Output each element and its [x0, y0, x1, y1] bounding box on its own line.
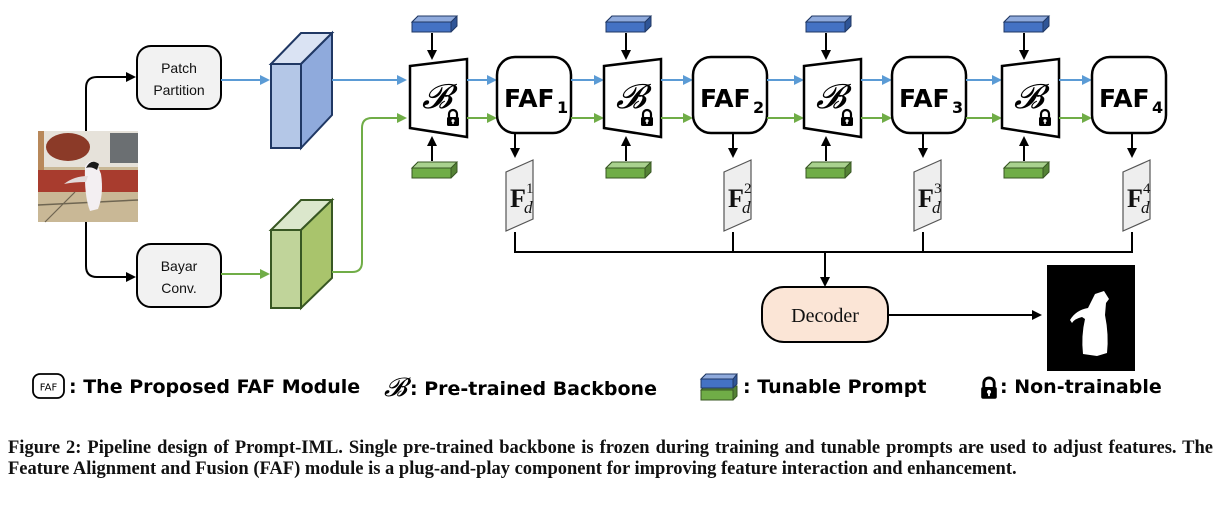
patch-partition-line1: Patch [161, 60, 197, 76]
legend-backbone-item: 𝓑 : Pre-trained Backbone [384, 373, 657, 403]
faf-module-4: FAF 4 [1090, 55, 1168, 135]
legend-backbone-symbol: 𝓑 [384, 373, 412, 403]
feature-superscript: 2 [744, 181, 752, 197]
feature-bus [514, 232, 1133, 287]
patch-partition-line2: Partition [153, 82, 204, 98]
noise-stream-line [332, 113, 407, 273]
legend-backbone-desc: : Pre-trained Backbone [410, 378, 657, 400]
bayar-conv-box: Bayar Conv. [136, 243, 222, 308]
tunable-prompt-blue [604, 15, 653, 33]
input-image [37, 131, 139, 223]
bayar-conv-line1: Bayar [161, 258, 198, 274]
figure-caption: Figure 2: Pipeline design of Prompt-IML.… [8, 438, 1213, 479]
tunable-prompt-blue [410, 15, 459, 33]
legend-lock-desc: : Non-trainable [1000, 376, 1162, 398]
tunable-prompt-blue [1002, 15, 1051, 33]
tunable-prompt-green [410, 161, 459, 179]
frozen-backbone: 𝓑 [1000, 57, 1061, 139]
legend-faf-item: FAF : The Proposed FAF Module [32, 373, 360, 399]
feature-subscript: d [524, 198, 533, 217]
faf-label: FAF [700, 84, 751, 113]
faf-module-3: FAF 3 [890, 55, 968, 135]
frozen-backbone: 𝓑 [408, 57, 469, 139]
decoder-feature-4: F 4d [1122, 159, 1151, 232]
noise-feature-tensor [268, 197, 335, 311]
prompt-stack-icon [699, 373, 739, 401]
decoder-feature-3: F 3d [913, 159, 942, 232]
legend-prompt-item: : Tunable Prompt [699, 373, 926, 401]
tunable-prompt-green [804, 161, 853, 179]
lock-icon [979, 376, 999, 401]
branch-arrow-to-patch [85, 72, 136, 131]
faf-subscript: 1 [557, 98, 568, 117]
legend: FAF : The Proposed FAF Module 𝓑 : Pre-tr… [32, 373, 1162, 403]
tunable-prompt-green [1002, 161, 1051, 179]
pipeline-diagram: Patch Partition Bayar Conv. 𝓑 FAF 1F 1d𝓑 FAF… [32, 15, 1168, 403]
decoder-box: Decoder [761, 286, 889, 343]
feature-subscript: d [742, 198, 751, 217]
feature-subscript: d [932, 198, 941, 217]
decoder-feature-2: F 2d [723, 159, 752, 232]
feature-superscript: 4 [1143, 181, 1151, 197]
branch-arrow-to-bayar [85, 222, 136, 282]
frozen-backbone: 𝓑 [602, 57, 663, 139]
faf-subscript: 4 [1152, 98, 1163, 117]
feature-subscript: d [1141, 198, 1150, 217]
faf-subscript: 3 [952, 98, 963, 117]
stage-2: 𝓑 FAF 2F 2d [602, 15, 804, 232]
rgb-feature-tensor [268, 30, 335, 151]
legend-prompt-desc: : Tunable Prompt [743, 376, 926, 398]
patch-partition-box: Patch Partition [136, 45, 222, 110]
decoder-label: Decoder [791, 305, 859, 327]
faf-label: FAF [1099, 84, 1150, 113]
faf-label: FAF [899, 84, 950, 113]
faf-module-2: FAF 2 [691, 55, 769, 135]
tunable-prompt-green [604, 161, 653, 179]
stage-1: 𝓑 FAF 1F 1d [408, 15, 604, 232]
faf-subscript: 2 [753, 98, 764, 117]
feature-superscript: 1 [526, 181, 534, 197]
stage-4: 𝓑 FAF 4F 4d [1000, 15, 1168, 232]
faf-label: FAF [504, 84, 555, 113]
legend-faf-icon-text: FAF [40, 383, 58, 394]
faf-module-1: FAF 1 [495, 55, 573, 135]
decoder-feature-1: F 1d [505, 159, 534, 232]
output-mask [1047, 265, 1135, 371]
bayar-conv-line2: Conv. [161, 280, 197, 296]
legend-lock-item: : Non-trainable [979, 376, 1162, 401]
tunable-prompt-blue [804, 15, 853, 33]
frozen-backbone: 𝓑 [802, 57, 863, 139]
legend-faf-desc: : The Proposed FAF Module [69, 376, 360, 398]
feature-superscript: 3 [934, 181, 942, 197]
stage-3: 𝓑 FAF 3F 3d [802, 15, 1002, 232]
